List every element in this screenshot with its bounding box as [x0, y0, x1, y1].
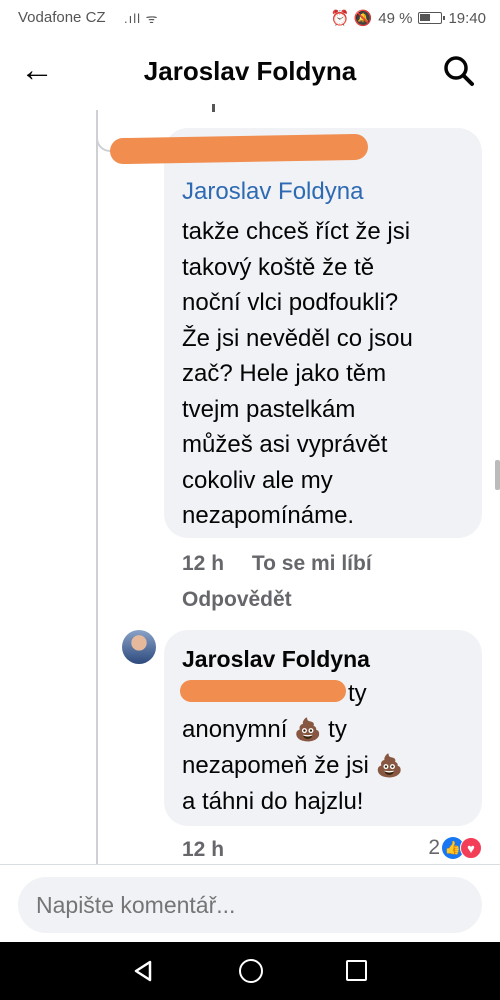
comment-meta: 12 h To se mi líbí	[182, 552, 372, 576]
reaction-summary[interactable]: 2 👍 ♥	[428, 836, 482, 860]
like-link[interactable]: To se mi líbí	[252, 552, 372, 575]
carrier-label: Vodafone CZ	[18, 9, 106, 26]
comment-text: takže chceš říct že jsi takový koště že …	[182, 214, 472, 534]
thread-tick	[212, 104, 215, 112]
status-right: ⏰ 🔕 49 % 19:40	[330, 9, 486, 28]
app-header: ← Jaroslav Foldyna	[0, 36, 500, 106]
comment-time: 12 h	[182, 552, 225, 575]
page-title: Jaroslav Foldyna	[143, 56, 357, 86]
comment-line: zač? Hele jako těm	[182, 360, 387, 387]
comment-input[interactable]	[18, 877, 482, 933]
scrollbar[interactable]	[495, 460, 500, 490]
comment-line: noční vlci podfoukli?	[182, 289, 399, 316]
reply-line: a táhni do hajzlu!	[182, 788, 364, 815]
nav-back-icon[interactable]	[132, 960, 154, 982]
avatar[interactable]	[122, 630, 156, 664]
comment-line: můžeš asi vyprávět	[182, 431, 388, 458]
reply-text: nezapomeň že jsi	[182, 752, 369, 779]
reply-link[interactable]: Odpovědět	[182, 588, 292, 612]
redacted-author-name	[109, 133, 369, 165]
signal-wifi-icon: .ıll ᯤ	[124, 11, 159, 26]
redacted-mention	[180, 680, 346, 702]
reply-text: anonymní	[182, 716, 288, 743]
reply-time: 12 h	[182, 838, 225, 861]
reply-line: ty	[348, 680, 367, 707]
comment-line: Že jsi nevěděl co jsou	[182, 324, 413, 352]
comment-line: nezapomínáme.	[182, 502, 355, 529]
search-icon[interactable]	[442, 54, 476, 88]
comment-composer	[0, 864, 500, 942]
love-reaction-icon: ♥	[460, 837, 482, 859]
battery-icon	[418, 12, 446, 24]
reply-text: ty	[328, 716, 347, 743]
reaction-count: 2	[428, 836, 440, 859]
poop-emoji-icon: 💩	[375, 754, 403, 779]
poop-emoji-icon: 💩	[294, 718, 322, 743]
comment-line: takový koště že tě	[182, 253, 375, 281]
mention-link[interactable]: Jaroslav Foldyna	[182, 178, 363, 206]
battery-percent: 49 %	[378, 9, 413, 27]
clock: 19:40	[448, 9, 486, 27]
reply-author[interactable]: Jaroslav Foldyna	[182, 646, 370, 673]
nav-home-icon[interactable]	[239, 959, 263, 983]
android-nav-bar	[0, 942, 500, 1000]
comment-line: takže chceš říct že jsi	[182, 218, 411, 245]
comment-line: tvejm pastelkám	[182, 395, 356, 423]
nav-recents-icon[interactable]	[346, 960, 367, 981]
comment-line: cokoliv ale my	[182, 466, 333, 494]
reply-line: anonymní 💩 ty	[182, 716, 347, 744]
alarm-mute-icon: ⏰ 🔕	[330, 10, 373, 27]
thread-line	[96, 110, 98, 870]
reply-line: nezapomeň že jsi 💩	[182, 752, 403, 780]
status-bar: Vodafone CZ .ıll ᯤ ⏰ 🔕 49 % 19:40	[0, 0, 500, 36]
